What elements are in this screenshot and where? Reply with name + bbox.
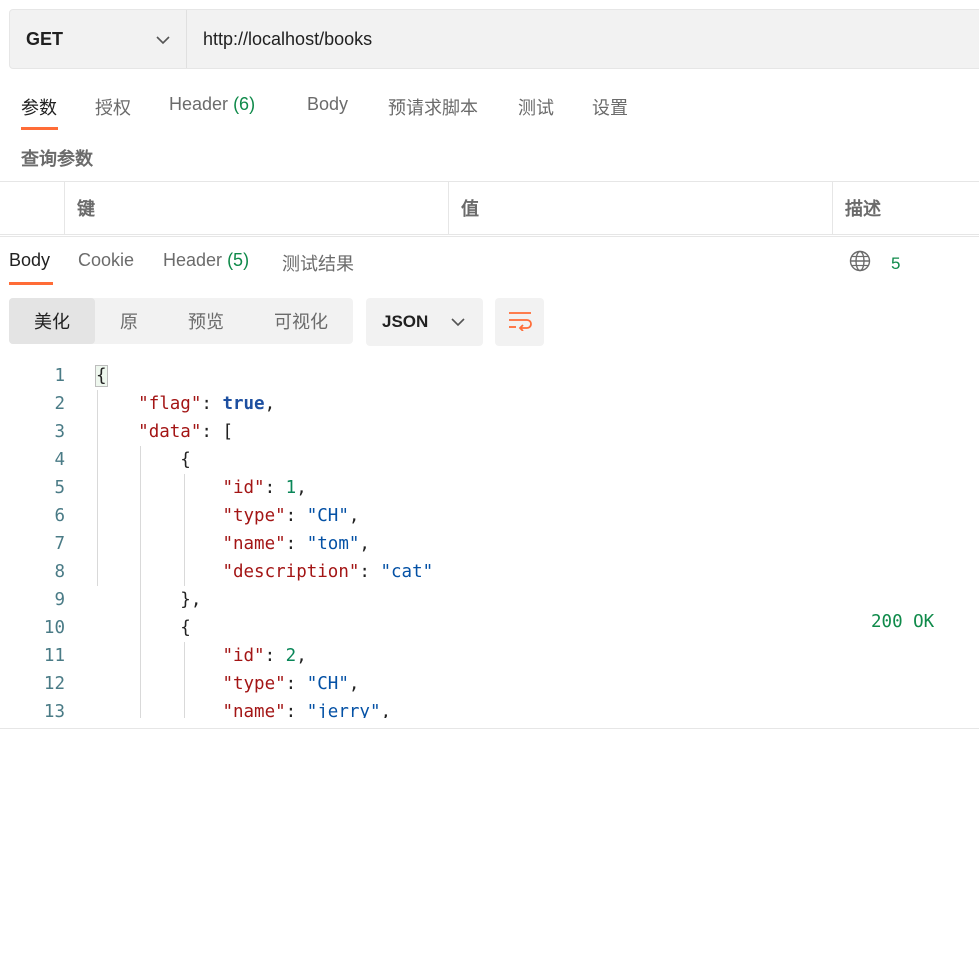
line-number: 8 (54, 562, 65, 582)
query-params-title: 查询参数 (21, 149, 93, 169)
tab-cookies[interactable]: Cookie (78, 250, 134, 271)
code-text: "id": 2, (222, 646, 307, 666)
code-line: 1{ (0, 362, 979, 390)
code-text: { (95, 365, 108, 387)
active-tab-indicator (21, 127, 58, 130)
code-text: "description": "cat" (222, 562, 434, 582)
column-value: 值 (448, 182, 832, 234)
tab-response-headers[interactable]: Header (5) (163, 250, 249, 271)
code-line: 6 "type": "CH", (0, 502, 979, 530)
line-number: 4 (54, 450, 65, 470)
url-input[interactable]: http://localhost/books (187, 29, 372, 50)
column-key: 键 (64, 182, 448, 234)
tab-auth[interactable]: 授权 (95, 94, 131, 120)
line-number: 13 (43, 702, 65, 718)
tab-tests[interactable]: 测试 (518, 94, 554, 120)
line-number: 9 (54, 590, 65, 610)
code-text: "flag": true, (138, 394, 276, 414)
code-text: }, (96, 590, 202, 610)
code-text: "type": "CH", (222, 674, 360, 694)
code-text: "name": "jerry", (222, 702, 392, 718)
wrap-lines-icon (507, 309, 533, 335)
view-mode-preview[interactable]: 预览 (163, 298, 249, 344)
view-mode-visualize[interactable]: 可视化 (249, 298, 353, 344)
tab-response-body[interactable]: Body (9, 250, 50, 271)
active-response-tab-indicator (9, 282, 53, 285)
code-text: { (96, 618, 191, 638)
view-mode-pretty[interactable]: 美化 (9, 298, 95, 344)
view-mode-raw[interactable]: 原 (95, 298, 163, 344)
request-url-bar: GET http://localhost/books (9, 9, 979, 69)
tab-settings[interactable]: 设置 (592, 94, 628, 120)
code-line: 8 "description": "cat" (0, 558, 979, 586)
response-time[interactable]: 5 (891, 254, 900, 274)
code-text: "name": "tom", (222, 534, 370, 554)
code-line: 13 "name": "jerry", (0, 698, 979, 718)
column-description: 描述 (832, 182, 979, 234)
response-status: 200 OK 5 (849, 250, 934, 632)
code-line: 12 "type": "CH", (0, 670, 979, 698)
code-line: 11 "id": 2, (0, 642, 979, 670)
code-line: 10 { (0, 614, 979, 642)
line-number: 7 (54, 534, 65, 554)
code-text: "type": "CH", (222, 506, 360, 526)
response-body-viewer[interactable]: 1{2 "flag": true, 3 "data": [4 {5 "id": 1… (0, 362, 979, 718)
line-number: 5 (54, 478, 65, 498)
code-line: 9 }, (0, 586, 979, 614)
tab-body[interactable]: Body (307, 94, 348, 115)
code-text: { (96, 450, 191, 470)
tab-response-headers-label: Header (163, 250, 223, 270)
code-line: 5 "id": 1, (0, 474, 979, 502)
globe-icon[interactable] (849, 250, 871, 277)
tab-headers-label: Header (169, 94, 229, 114)
code-line: 7 "name": "tom", (0, 530, 979, 558)
line-number: 2 (54, 394, 65, 414)
tab-response-headers-count: (5) (227, 250, 250, 270)
format-select[interactable]: JSON (366, 298, 483, 346)
code-line: 3 "data": [ (0, 418, 979, 446)
code-text: "data": [ (138, 422, 233, 442)
chevron-down-icon (156, 29, 170, 50)
pane-divider[interactable] (0, 236, 979, 237)
code-text: "id": 1, (222, 478, 307, 498)
wrap-lines-button[interactable] (495, 298, 544, 346)
line-number: 6 (54, 506, 65, 526)
code-line: 4 { (0, 446, 979, 474)
tab-params[interactable]: 参数 (21, 94, 57, 120)
code-line: 2 "flag": true, (0, 390, 979, 418)
tab-test-results[interactable]: 测试结果 (282, 250, 354, 276)
bottom-divider (0, 728, 979, 729)
format-label: JSON (382, 312, 429, 331)
line-number: 3 (54, 422, 65, 442)
tab-headers[interactable]: Header (6) (169, 94, 255, 115)
line-number: 1 (54, 366, 65, 386)
tab-headers-count: (6) (233, 94, 256, 114)
view-mode-switch: 美化 原 预览 可视化 (9, 298, 353, 344)
tab-pre-request-script[interactable]: 预请求脚本 (388, 94, 478, 120)
chevron-down-icon (451, 312, 465, 332)
line-number: 12 (43, 674, 65, 694)
method-label: GET (26, 28, 64, 49)
line-number: 10 (43, 618, 65, 638)
line-number: 11 (43, 646, 65, 666)
method-select[interactable]: GET (10, 10, 187, 68)
params-table-header: 键 值 描述 (0, 181, 979, 235)
